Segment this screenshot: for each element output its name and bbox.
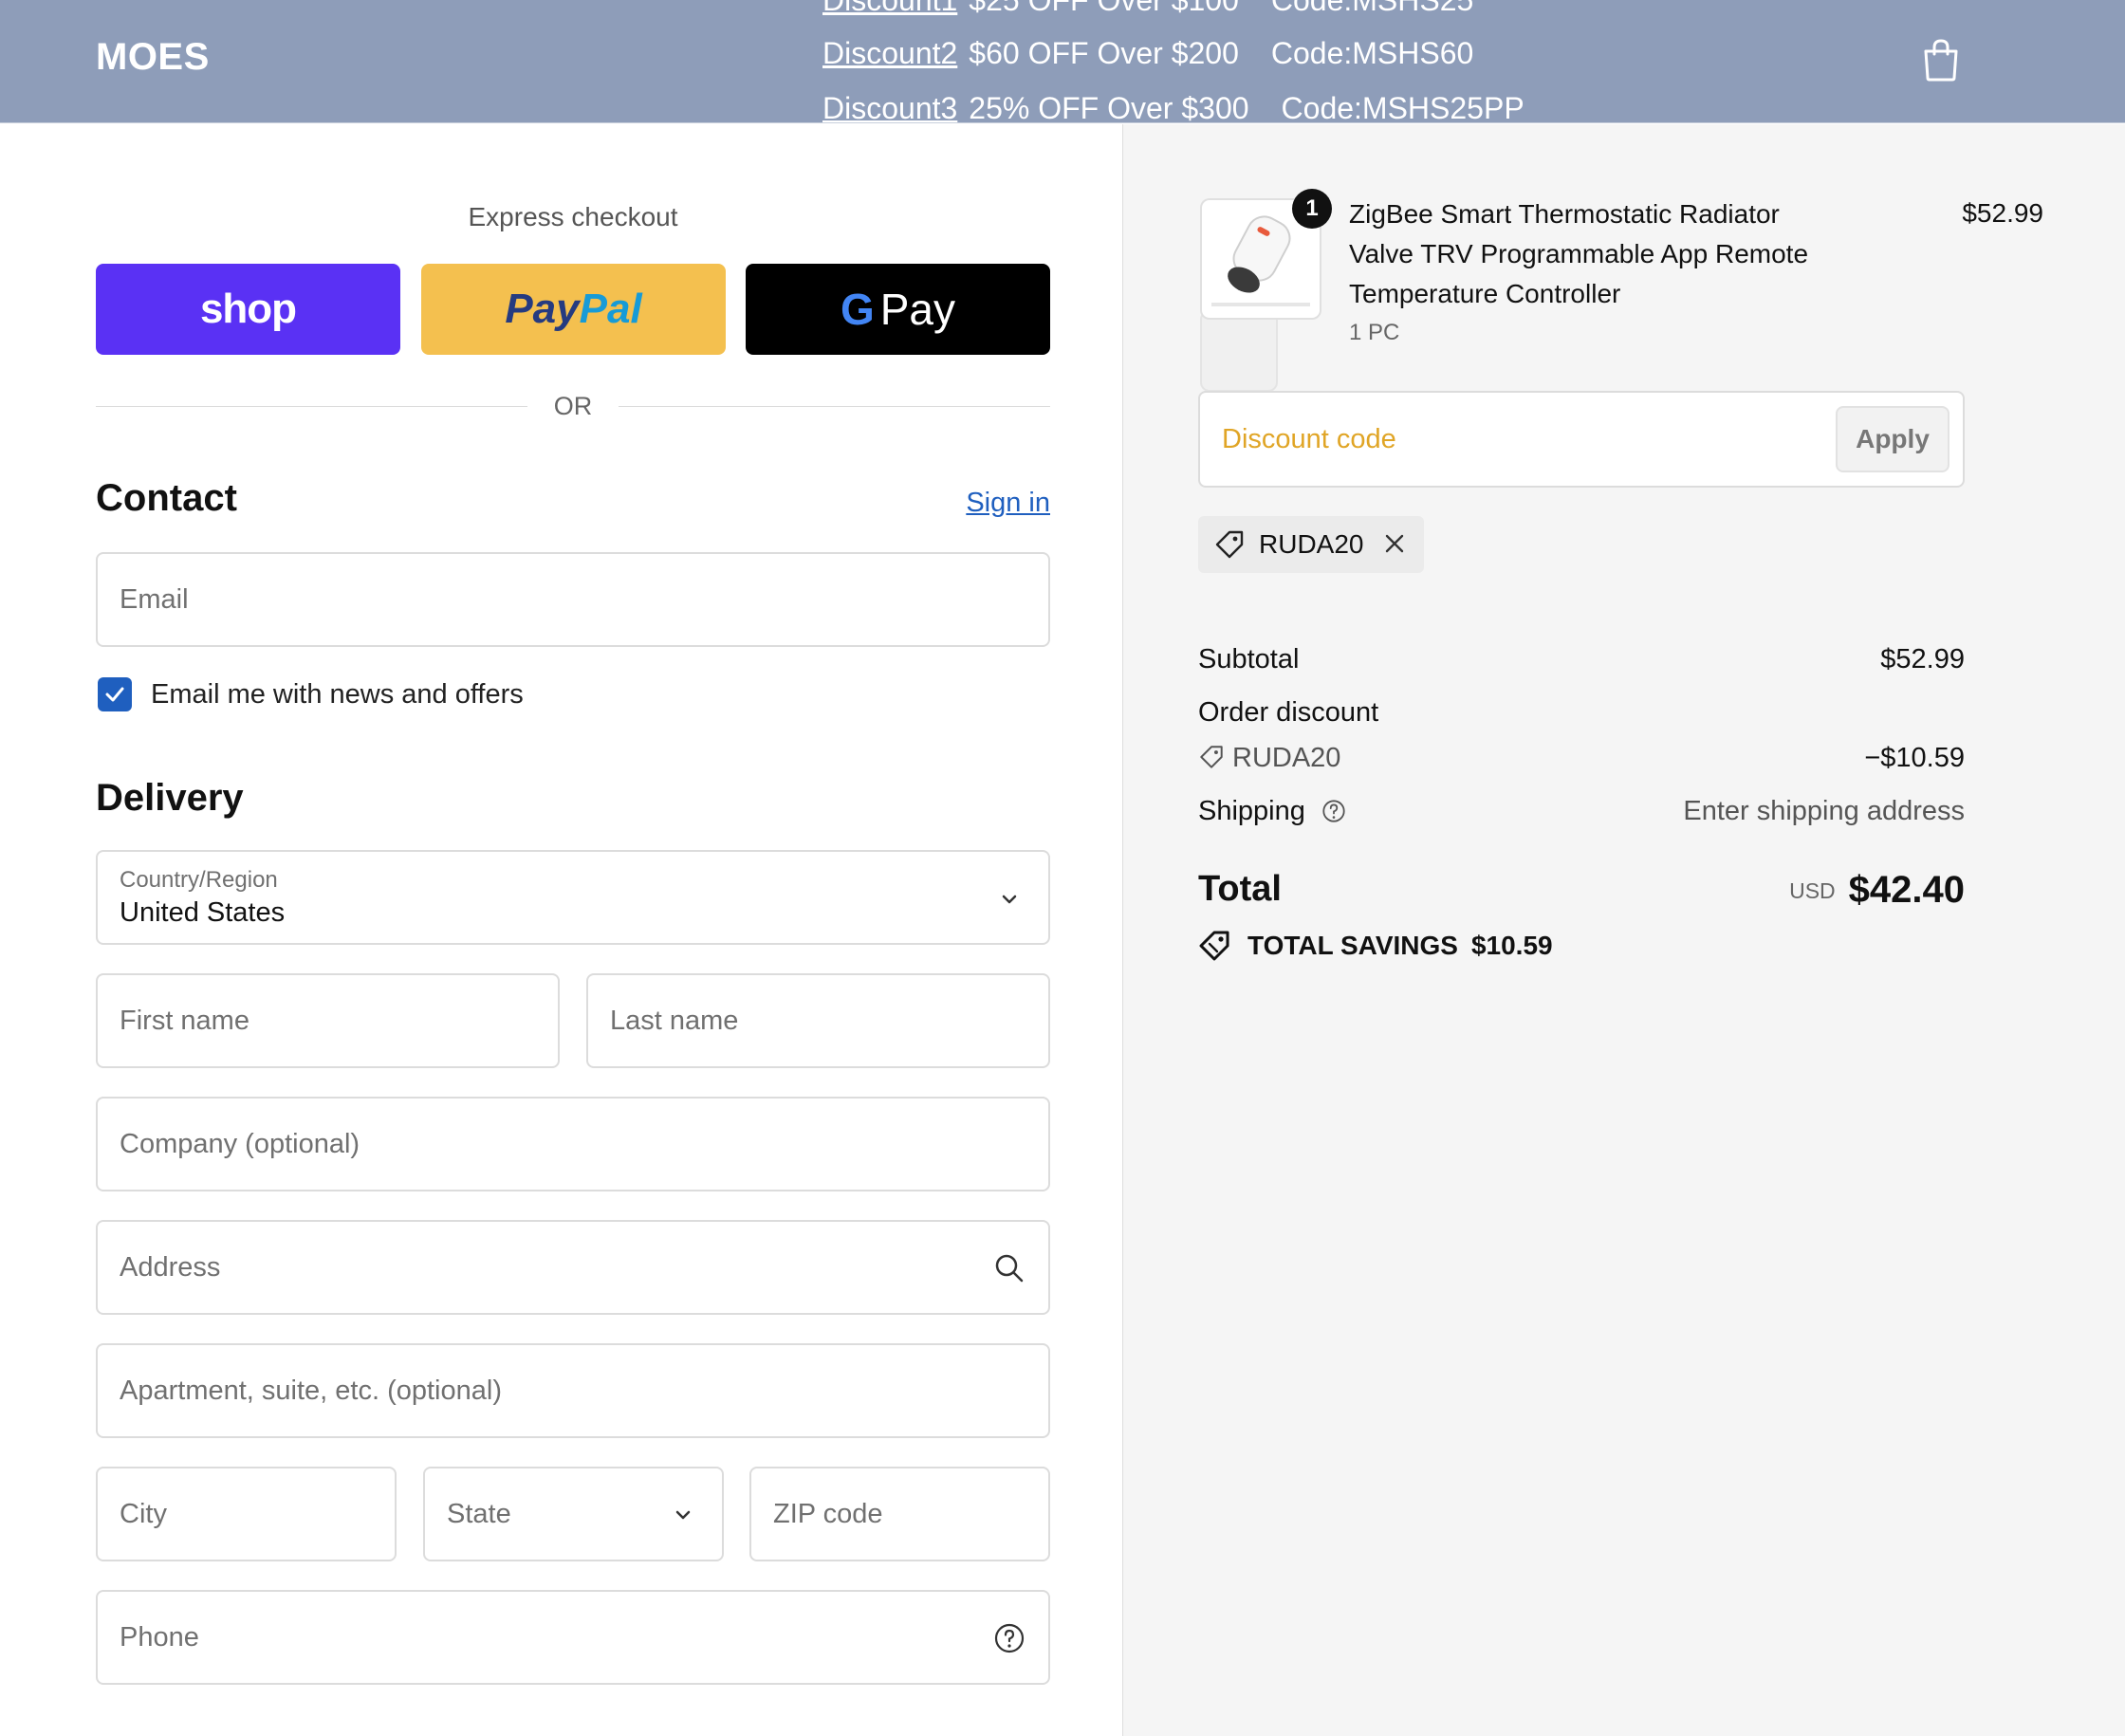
zip-placeholder: ZIP code xyxy=(773,1499,883,1529)
apply-discount-button[interactable]: Apply xyxy=(1836,406,1949,472)
top-header: MOES Discount1 $25 OFF Over $100 Code:MSHS… xyxy=(0,0,2125,123)
shipping-row: Shipping Enter shipping address xyxy=(1198,796,1965,827)
google-g-icon: G xyxy=(840,285,875,334)
google-pay-button[interactable]: G Pay xyxy=(746,264,1050,355)
phone-field[interactable]: Phone xyxy=(96,1590,1050,1685)
shop-pay-logo: shop xyxy=(199,286,297,332)
country-label: Country/Region xyxy=(120,867,278,893)
product-thumbnail-shadow xyxy=(1200,310,1278,392)
promo-discount-link[interactable]: Discount1 xyxy=(822,0,957,17)
paypal-logo-pal: Pal xyxy=(579,286,642,332)
search-icon[interactable] xyxy=(993,1252,1026,1284)
subtotal-value: $52.99 xyxy=(1880,644,1965,674)
total-label: Total xyxy=(1198,869,1282,909)
newsletter-label[interactable]: Email me with news and offers xyxy=(151,679,524,711)
paypal-logo-pay: Pay xyxy=(505,286,580,332)
checkmark-icon xyxy=(105,687,124,702)
promo-code: Code:MSHS60 xyxy=(1270,36,1474,70)
zip-field[interactable]: ZIP code xyxy=(749,1467,1050,1561)
promo-discount-link[interactable]: Discount3 xyxy=(822,91,957,122)
discount-code-placeholder: Discount code xyxy=(1222,424,1396,454)
total-savings-label: TOTAL SAVINGS xyxy=(1247,931,1458,960)
promo-line-3: Discount3 25% OFF Over $300 Code:MSHS25PP xyxy=(822,91,1524,123)
tag-icon xyxy=(1200,746,1223,768)
state-placeholder: State xyxy=(447,1499,511,1529)
quantity-badge: 1 xyxy=(1292,189,1332,229)
email-field[interactable]: Email xyxy=(96,552,1050,647)
shipping-value: Enter shipping address xyxy=(1683,796,1965,826)
city-field[interactable]: City xyxy=(96,1467,397,1561)
country-select[interactable]: Country/Region United States xyxy=(96,850,1050,945)
promo-offer: $60 OFF Over $200 xyxy=(969,36,1239,70)
product-variant: 1 PC xyxy=(1349,320,1400,345)
total-value: $42.40 xyxy=(1848,869,1965,911)
first-name-placeholder: First name xyxy=(120,1006,249,1036)
company-placeholder: Company (optional) xyxy=(120,1129,360,1159)
total-savings-row: TOTAL SAVINGS $10.59 xyxy=(1198,929,1553,963)
applied-discount-chip: RUDA20 xyxy=(1198,516,1424,573)
city-placeholder: City xyxy=(120,1499,167,1529)
applied-discount-code: RUDA20 xyxy=(1259,529,1364,559)
order-discount-row: Order discount xyxy=(1198,697,1965,729)
shopping-bag-icon[interactable] xyxy=(1922,38,1960,82)
google-pay-label: Pay xyxy=(879,285,956,334)
divider-line xyxy=(619,406,1050,407)
discount-value: −$10.59 xyxy=(1864,743,1965,773)
promo-line-2: Discount2 $60 OFF Over $200 Code:MSHS60 xyxy=(822,36,1473,71)
chevron-down-icon xyxy=(675,1510,691,1520)
address-field[interactable]: Address xyxy=(96,1220,1050,1315)
tag-icon xyxy=(1215,530,1244,559)
last-name-field[interactable]: Last name xyxy=(586,973,1050,1068)
country-value: United States xyxy=(120,897,286,928)
apartment-field[interactable]: Apartment, suite, etc. (optional) xyxy=(96,1343,1050,1438)
first-name-field[interactable]: First name xyxy=(96,973,560,1068)
express-checkout-title: Express checkout xyxy=(468,202,678,231)
discount-code-label: RUDA20 xyxy=(1232,743,1341,773)
contact-heading: Contact xyxy=(96,477,237,519)
help-circle-icon[interactable] xyxy=(993,1622,1026,1654)
store-logo[interactable]: MOES xyxy=(96,36,210,79)
shipping-label: Shipping xyxy=(1198,796,1305,826)
shop-pay-button[interactable]: shop xyxy=(96,264,400,355)
promo-line-1: Discount1 $25 OFF Over $100 Code:MSHS25 xyxy=(822,0,1473,18)
promo-offer: 25% OFF Over $300 xyxy=(969,91,1249,123)
discount-detail-row: RUDA20 −$10.59 xyxy=(1198,743,1965,774)
state-select[interactable]: State xyxy=(423,1467,724,1561)
newsletter-checkbox[interactable] xyxy=(98,677,132,711)
promo-discount-link[interactable]: Discount2 xyxy=(822,36,957,70)
apartment-placeholder: Apartment, suite, etc. (optional) xyxy=(120,1376,502,1406)
company-field[interactable]: Company (optional) xyxy=(96,1097,1050,1191)
promo-offer: $25 OFF Over $100 xyxy=(969,0,1239,17)
subtotal-label: Subtotal xyxy=(1198,644,1300,674)
promo-code: Code:MSHS25PP xyxy=(1281,91,1524,123)
order-summary-column: 1 ZigBee Smart Thermostatic Radiator Val… xyxy=(1122,124,2125,1736)
subtotal-row: Subtotal $52.99 xyxy=(1198,644,1965,675)
discount-code-field[interactable]: Discount code Apply xyxy=(1198,391,1965,488)
checkout-form-column: Express checkout shop Pay Pal G Pay OR Con… xyxy=(0,124,1122,1736)
product-price: $52.99 xyxy=(1962,198,2043,228)
currency-label: USD xyxy=(1789,878,1836,903)
address-placeholder: Address xyxy=(120,1252,221,1283)
close-icon[interactable] xyxy=(1380,529,1409,558)
help-circle-icon[interactable] xyxy=(1321,798,1347,824)
paypal-button[interactable]: Pay Pal xyxy=(421,264,726,355)
email-placeholder: Email xyxy=(120,584,189,615)
total-savings-value: $10.59 xyxy=(1470,931,1553,960)
sign-in-link[interactable]: Sign in xyxy=(966,488,1050,519)
total-row: Total USD $42.40 xyxy=(1198,869,1965,911)
delivery-heading: Delivery xyxy=(96,777,244,819)
promo-code: Code:MSHS25 xyxy=(1270,0,1474,17)
last-name-placeholder: Last name xyxy=(610,1006,739,1036)
order-discount-label: Order discount xyxy=(1198,697,1379,728)
chevron-down-icon xyxy=(1002,895,1017,904)
savings-tag-icon xyxy=(1199,931,1229,961)
product-name: ZigBee Smart Thermostatic Radiator Valve… xyxy=(1349,199,1809,308)
or-divider: OR xyxy=(96,392,1050,420)
phone-placeholder: Phone xyxy=(120,1622,199,1653)
